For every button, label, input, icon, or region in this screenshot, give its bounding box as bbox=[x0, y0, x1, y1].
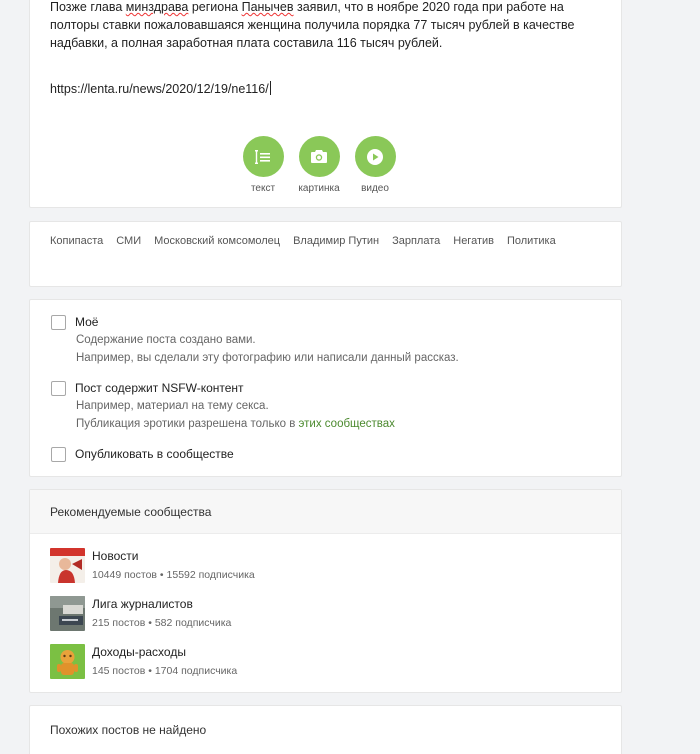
community-name: Доходы-расходы bbox=[92, 645, 186, 659]
misspelled-word: Панычев bbox=[241, 0, 294, 14]
tag-item[interactable]: Московский комсомолец bbox=[154, 235, 280, 247]
tag-item[interactable]: Политика bbox=[507, 235, 556, 247]
tags-panel: Копипаста СМИ Московский комсомолец Влад… bbox=[29, 221, 622, 287]
add-video-label: видео bbox=[361, 183, 389, 194]
nsfw-title[interactable]: Пост содержит NSFW-контент bbox=[75, 381, 244, 396]
post-text-block[interactable]: Позже глава минздрава региона Панычев за… bbox=[50, 0, 600, 52]
tag-item[interactable]: СМИ bbox=[116, 235, 141, 247]
tag-item[interactable]: Копипаста bbox=[50, 235, 103, 247]
nsfw-checkbox[interactable] bbox=[51, 381, 66, 396]
post-options: Моё Содержание поста создано вами. Напри… bbox=[29, 299, 622, 477]
add-video-button[interactable]: видео bbox=[340, 136, 410, 194]
community-avatar bbox=[50, 644, 85, 679]
similar-posts: Похожих постов не найдено bbox=[29, 705, 622, 754]
community-title[interactable]: Опубликовать в сообществе bbox=[75, 447, 234, 462]
camera-icon bbox=[311, 150, 327, 163]
nsfw-communities-link[interactable]: этих сообществах bbox=[299, 418, 395, 430]
text-icon bbox=[255, 149, 270, 164]
play-icon bbox=[367, 148, 383, 165]
community-avatar bbox=[50, 548, 85, 583]
misspelled-word: минздрава bbox=[125, 0, 189, 14]
tag-item[interactable]: Владимир Путин bbox=[293, 235, 379, 247]
community-stats: 10449 постов • 15592 подписчика bbox=[92, 569, 255, 581]
text-caret bbox=[269, 81, 271, 95]
community-checkbox[interactable] bbox=[51, 447, 66, 462]
mine-checkbox[interactable] bbox=[51, 315, 66, 330]
mine-title[interactable]: Моё bbox=[75, 315, 98, 330]
community-name: Новости bbox=[92, 549, 139, 563]
mine-desc-1: Содержание поста создано вами. bbox=[76, 334, 256, 346]
tag-item[interactable]: Зарплата bbox=[392, 235, 440, 247]
tags-list: Копипаста СМИ Московский комсомолец Влад… bbox=[50, 235, 569, 247]
recommended-title: Рекомендуемые сообщества bbox=[30, 490, 621, 534]
recommended-communities: Рекомендуемые сообщества Новости 10449 п… bbox=[29, 489, 622, 693]
community-stats: 145 постов • 1704 подписчика bbox=[92, 665, 238, 677]
tag-item[interactable]: Негатив bbox=[453, 235, 494, 247]
similar-posts-message: Похожих постов не найдено bbox=[50, 723, 207, 737]
post-editor: Позже глава минздрава региона Панычев за… bbox=[29, 0, 622, 208]
community-stats: 215 постов • 582 подписчика bbox=[92, 617, 232, 629]
post-link-text[interactable]: https://lenta.ru/news/2020/12/19/ne116/ bbox=[50, 80, 271, 98]
nsfw-desc-2: Публикация эротики разрешена только в эт… bbox=[76, 418, 395, 430]
mine-desc-2: Например, вы сделали эту фотографию или … bbox=[76, 352, 459, 364]
community-avatar bbox=[50, 596, 85, 631]
nsfw-desc-1: Например, материал на тему секса. bbox=[76, 400, 269, 412]
community-name: Лига журналистов bbox=[92, 597, 193, 611]
